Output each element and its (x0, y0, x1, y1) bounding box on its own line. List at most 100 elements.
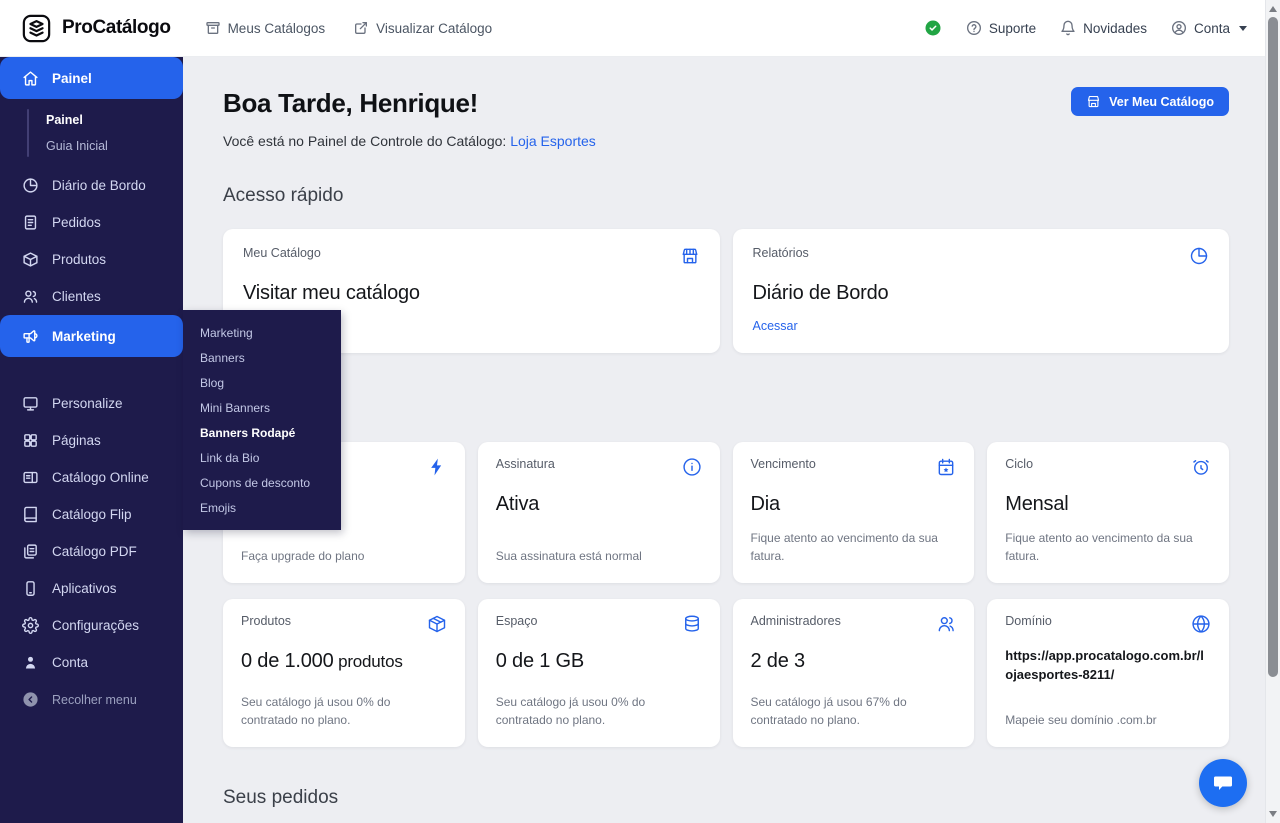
gear-icon (22, 617, 39, 634)
nav-link-conta[interactable]: Conta (1171, 20, 1247, 36)
card-produtos[interactable]: Produtos 0 de 1.000 produtos Seu catálog… (223, 599, 465, 747)
sidebar-item-aplicativos[interactable]: Aplicativos (0, 570, 183, 607)
sidebar-item-paginas[interactable]: Páginas (0, 422, 183, 459)
card-top: Produtos (241, 614, 447, 634)
sidebar-item-painel[interactable]: Painel (0, 57, 183, 99)
card-top: Espaço (496, 614, 702, 634)
nav-link-meus-catalogos[interactable]: Meus Catálogos (205, 20, 326, 36)
card-sub: Seu catálogo já usou 0% do contratado no… (496, 693, 702, 732)
view-catalog-button[interactable]: Ver Meu Catálogo (1071, 87, 1229, 116)
flyout-item-link-da-bio[interactable]: Link da Bio (183, 445, 341, 470)
brand[interactable]: ProCatálogo (20, 12, 171, 45)
card-value: 2 de 3 (751, 650, 957, 673)
card-sub: Fique atento ao vencimento da sua fatura… (751, 529, 957, 568)
card-vencimento[interactable]: Vencimento Dia Fique atento ao venciment… (733, 442, 975, 583)
card-label: Espaço (496, 614, 538, 629)
card-assinatura[interactable]: Assinatura Ativa Sua assinatura está nor… (478, 442, 720, 583)
caret-down-icon (1239, 26, 1247, 31)
flyout-item-banners[interactable]: Banners (183, 345, 341, 370)
nav-link-visualizar-catalogo[interactable]: Visualizar Catálogo (353, 20, 492, 36)
card-label: Relatórios (753, 246, 809, 261)
sidebar-item-label: Produtos (52, 252, 106, 267)
user-circle-icon (1171, 20, 1187, 36)
marketing-flyout-menu: Marketing Banners Blog Mini Banners Bann… (183, 310, 341, 530)
alarm-icon (1191, 457, 1211, 477)
sidebar-item-produtos[interactable]: Produtos (0, 241, 183, 278)
access-link[interactable]: Acessar (753, 319, 798, 333)
card-value: 0 de 1 GB (496, 650, 702, 673)
sidebar-item-clientes[interactable]: Clientes (0, 278, 183, 315)
sidebar-item-label: Pedidos (52, 215, 101, 230)
page-title: Boa Tarde, Henrique! (223, 89, 596, 119)
sidebar-collapse-menu[interactable]: Recolher menu (0, 681, 183, 718)
sidebar-item-personalize[interactable]: Personalize (0, 385, 183, 422)
card-top: Vencimento (751, 457, 957, 477)
sidebar-item-catalogo-online[interactable]: Catálogo Online (0, 459, 183, 496)
nav-link-label: Visualizar Catálogo (376, 21, 492, 36)
grid-icon (22, 432, 39, 449)
sidebar-item-catalogo-pdf[interactable]: Catálogo PDF (0, 533, 183, 570)
flyout-item-mini-banners[interactable]: Mini Banners (183, 395, 341, 420)
scrollbar-thumb[interactable] (1268, 17, 1278, 677)
card-value[interactable]: Visitar meu catálogo (243, 282, 700, 305)
sidebar-item-label: Configurações (52, 618, 139, 633)
nav-link-label: Novidades (1083, 21, 1147, 36)
chat-button[interactable] (1199, 759, 1247, 807)
flyout-item-emojis[interactable]: Emojis (183, 495, 341, 520)
card-value[interactable]: https://app.procatalogo.com.br/lojaespor… (1005, 646, 1211, 685)
chat-icon (1211, 771, 1235, 795)
flyout-item-marketing[interactable]: Marketing (183, 320, 341, 345)
sidebar-item-configuracoes[interactable]: Configurações (0, 607, 183, 644)
box-icon (22, 251, 39, 268)
monitor-icon (22, 395, 39, 412)
submenu-item-painel[interactable]: Painel (46, 107, 183, 133)
nav-link-label: Suporte (989, 21, 1036, 36)
sidebar-item-conta[interactable]: Conta (0, 644, 183, 681)
card-ciclo[interactable]: Ciclo Mensal Fique atento ao vencimento … (987, 442, 1229, 583)
external-link-icon (353, 20, 369, 36)
nav-link-suporte[interactable]: Suporte (966, 20, 1036, 36)
stack-logo-icon (20, 12, 53, 45)
submenu-item-guia-inicial[interactable]: Guia Inicial (46, 133, 183, 159)
card-value: Diário de Bordo (753, 282, 1210, 305)
sidebar-item-marketing[interactable]: Marketing (0, 315, 183, 357)
card-relatorios[interactable]: Relatórios Diário de Bordo Acessar (733, 229, 1230, 353)
nav-link-novidades[interactable]: Novidades (1060, 20, 1147, 36)
card-top: Meu Catálogo (243, 246, 700, 266)
sidebar-item-label: Diário de Bordo (52, 178, 146, 193)
card-administradores[interactable]: Administradores 2 de 3 Seu catálogo já u… (733, 599, 975, 747)
sidebar-spacer (0, 357, 183, 385)
check-circle-icon[interactable] (924, 19, 942, 37)
calendar-icon (936, 457, 956, 477)
package-icon (427, 614, 447, 634)
card-top: Administradores (751, 614, 957, 634)
help-icon (966, 20, 982, 36)
pie-chart-icon (1189, 246, 1209, 266)
card-label: Assinatura (496, 457, 555, 472)
sidebar-item-label: Catálogo PDF (52, 544, 137, 559)
main-content: Boa Tarde, Henrique! Você está no Painel… (183, 57, 1265, 823)
card-label: Meu Catálogo (243, 246, 321, 261)
greeting-block: Boa Tarde, Henrique! Você está no Painel… (223, 85, 596, 149)
flyout-item-cupons-de-desconto[interactable]: Cupons de desconto (183, 470, 341, 495)
nav-links: Meus Catálogos Visualizar Catálogo (205, 20, 493, 36)
scroll-up-icon[interactable] (1269, 6, 1277, 12)
admins-icon (936, 614, 956, 634)
card-sub: Mapeie seu domínio .com.br (1005, 711, 1211, 732)
flyout-item-banners-rodape[interactable]: Banners Rodapé (183, 420, 341, 445)
sidebar-item-catalogo-flip[interactable]: Catálogo Flip (0, 496, 183, 533)
view-catalog-label: Ver Meu Catálogo (1109, 95, 1214, 109)
card-sub: Seu catálogo já usou 67% do contratado n… (751, 693, 957, 732)
scroll-down-icon[interactable] (1269, 811, 1277, 817)
sidebar-item-label: Painel (52, 71, 92, 86)
sidebar-item-label: Aplicativos (52, 581, 117, 596)
submenu-rail (27, 109, 29, 157)
sidebar-item-diario-de-bordo[interactable]: Diário de Bordo (0, 167, 183, 204)
card-espaco[interactable]: Espaço 0 de 1 GB Seu catálogo já usou 0%… (478, 599, 720, 747)
sidebar-item-pedidos[interactable]: Pedidos (0, 204, 183, 241)
stat-row-1: Pro Faça upgrade do plano Assinatura Ati… (223, 442, 1229, 583)
flyout-item-blog[interactable]: Blog (183, 370, 341, 395)
catalog-name-link[interactable]: Loja Esportes (510, 133, 596, 149)
page-scrollbar[interactable] (1265, 0, 1280, 823)
card-dominio[interactable]: Domínio https://app.procatalogo.com.br/l… (987, 599, 1229, 747)
